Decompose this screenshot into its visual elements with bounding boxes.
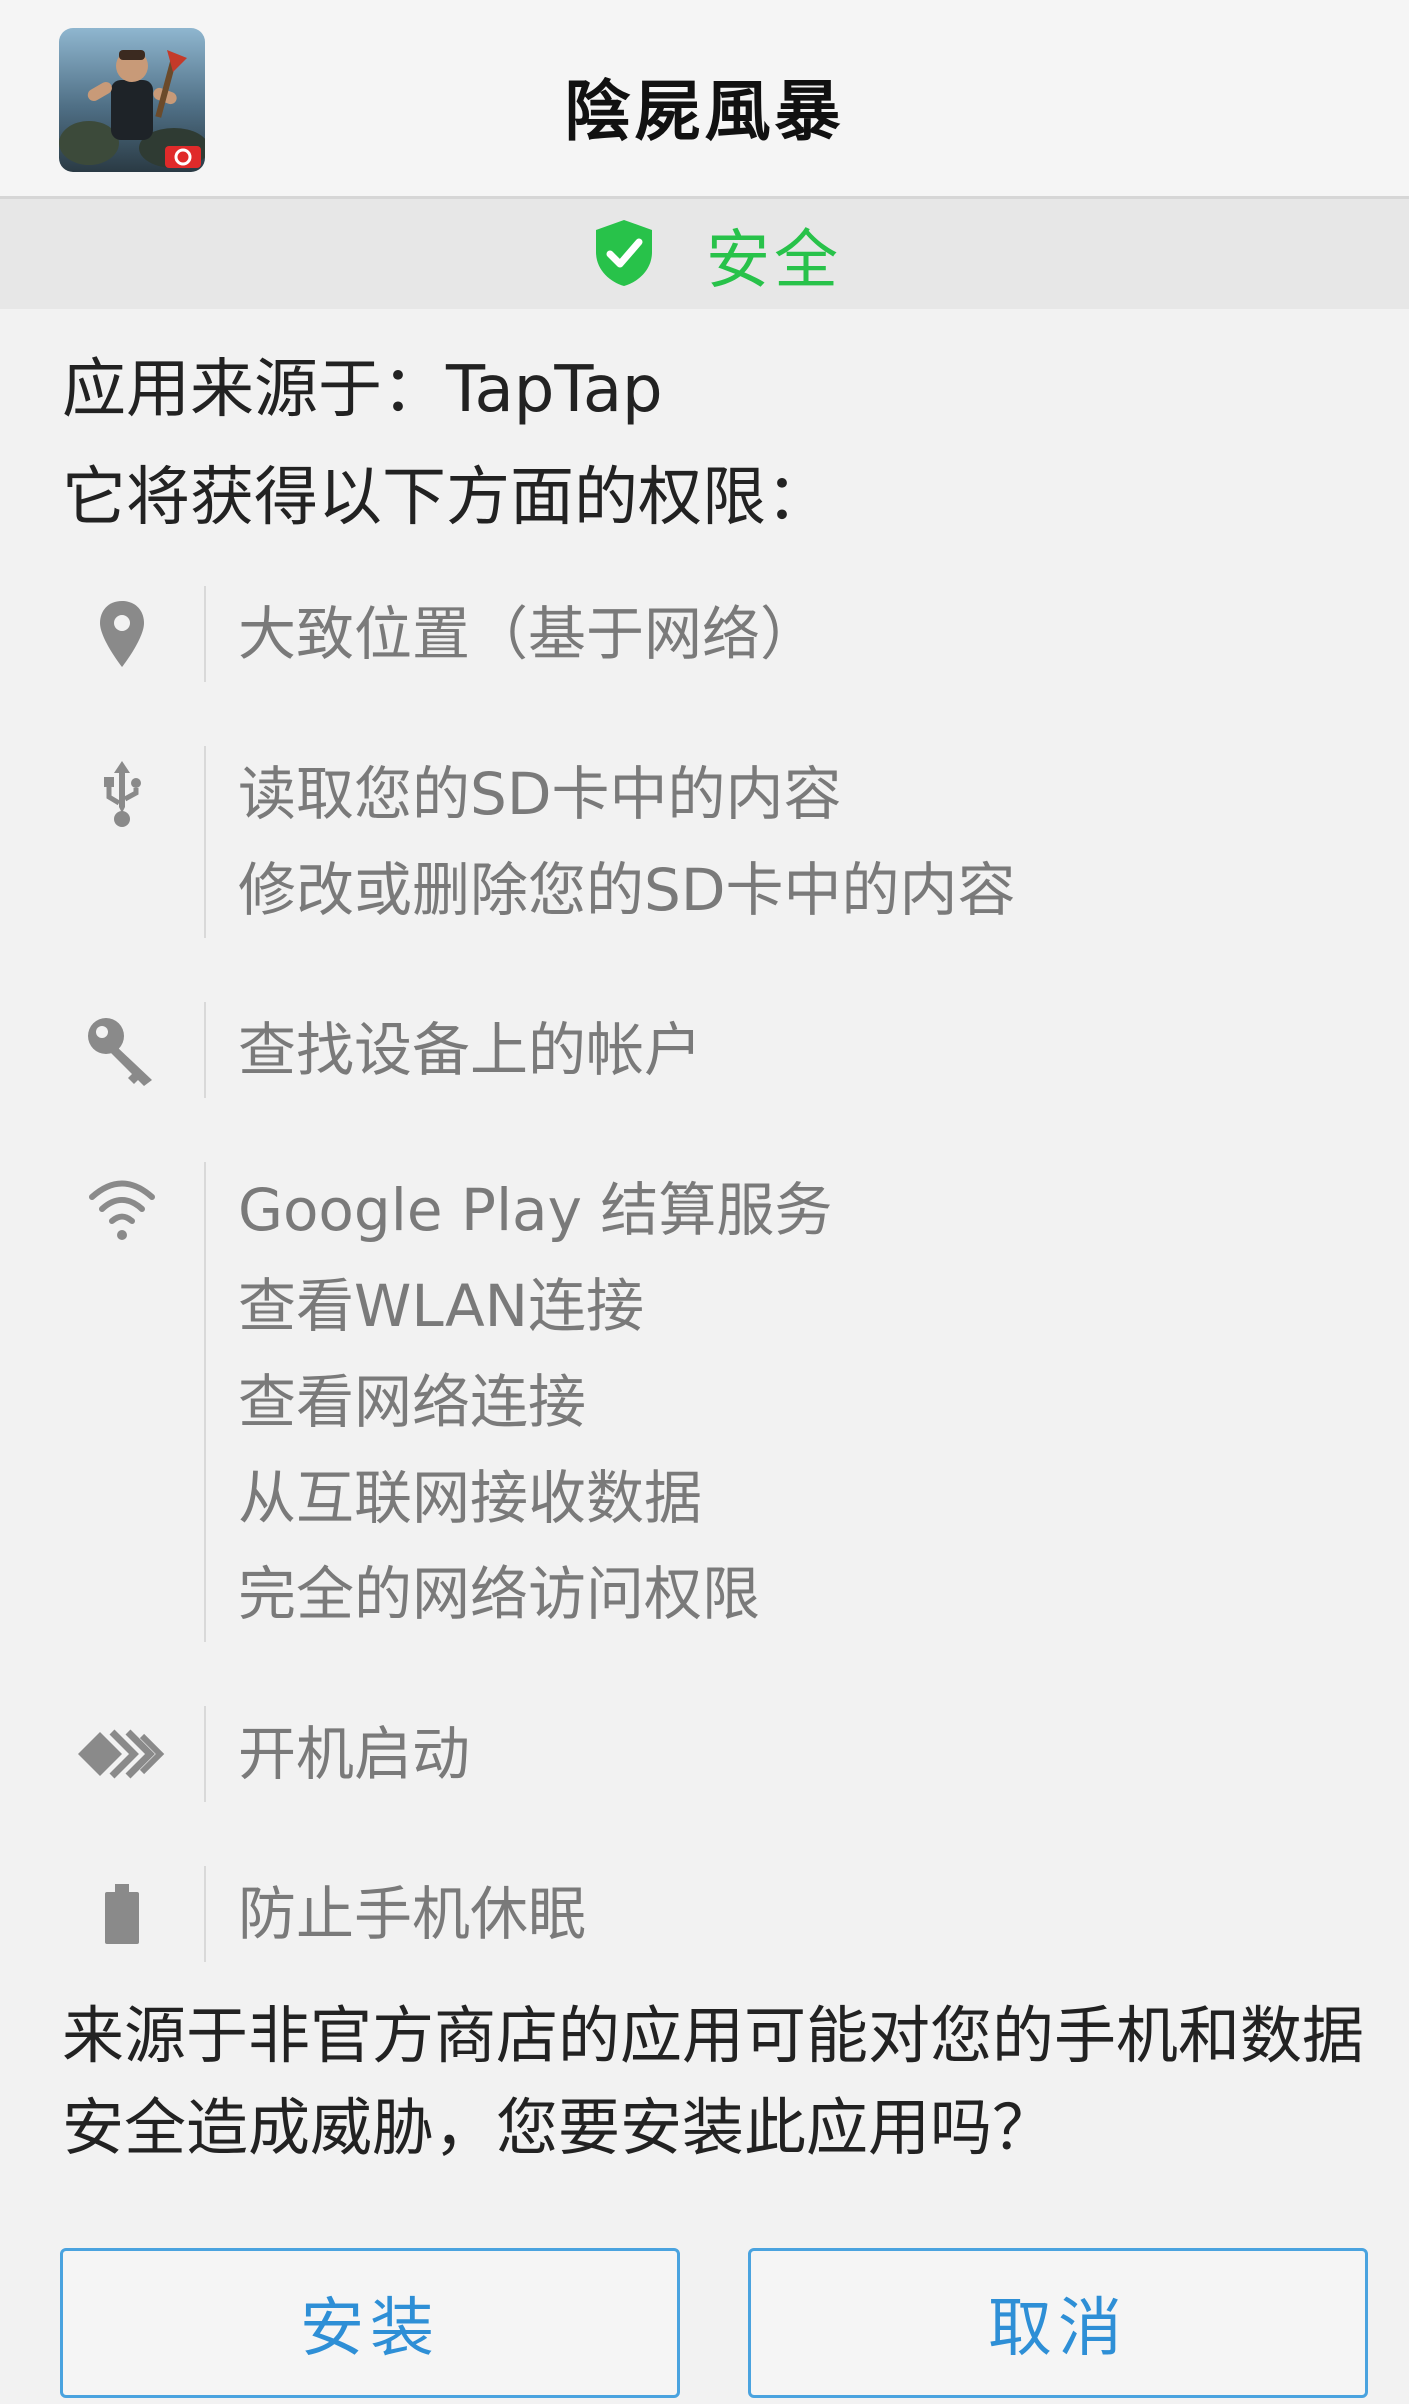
permission-item: 修改或删除您的SD卡中的内容	[238, 856, 1016, 924]
permission-item: 读取您的SD卡中的内容	[238, 760, 842, 828]
battery-icon	[72, 1866, 172, 1962]
permission-item: 查看WLAN连接	[238, 1272, 645, 1340]
install-button[interactable]: 安装	[60, 2248, 680, 2398]
permission-group-storage: 读取您的SD卡中的内容 修改或删除您的SD卡中的内容	[0, 746, 1409, 938]
usb-icon	[72, 746, 172, 842]
permission-item: 从互联网接收数据	[238, 1464, 703, 1532]
permission-group-network: Google Play 结算服务 查看WLAN连接 查看网络连接 从互联网接收数…	[0, 1162, 1409, 1642]
permission-group-startup: 开机启动	[0, 1706, 1409, 1802]
app-title: 陰屍風暴	[564, 73, 845, 150]
permission-item: Google Play 结算服务	[238, 1176, 833, 1244]
cancel-button[interactable]: 取消	[748, 2248, 1368, 2398]
permission-item: 大致位置（基于网络）	[238, 600, 819, 668]
permission-group-power: 防止手机休眠	[0, 1866, 1409, 1962]
app-header: 陰屍風暴	[0, 0, 1409, 199]
permissions-heading: 它将获得以下方面的权限：	[62, 461, 830, 535]
permission-item: 开机启动	[238, 1720, 471, 1788]
startup-arrows-icon	[72, 1706, 172, 1802]
permission-group-location: 大致位置（基于网络）	[0, 586, 1409, 682]
location-pin-icon	[72, 586, 172, 682]
key-icon	[72, 1002, 172, 1098]
shield-check-icon	[592, 218, 656, 292]
permission-group-accounts: 查找设备上的帐户	[0, 1002, 1409, 1098]
install-warning: 来源于非官方商店的应用可能对您的手机和数据安全造成威胁，您要安装此应用吗？	[62, 1999, 1365, 2164]
permission-item: 查找设备上的帐户	[238, 1016, 703, 1084]
permission-item: 查看网络连接	[238, 1368, 587, 1436]
safety-label: 安全	[706, 224, 842, 298]
app-source: 应用来源于：TapTap	[62, 353, 663, 427]
permission-item: 完全的网络访问权限	[238, 1560, 761, 1628]
wifi-icon	[72, 1162, 172, 1258]
permission-item: 防止手机休眠	[238, 1880, 587, 1948]
safety-banner: 安全	[0, 199, 1409, 309]
